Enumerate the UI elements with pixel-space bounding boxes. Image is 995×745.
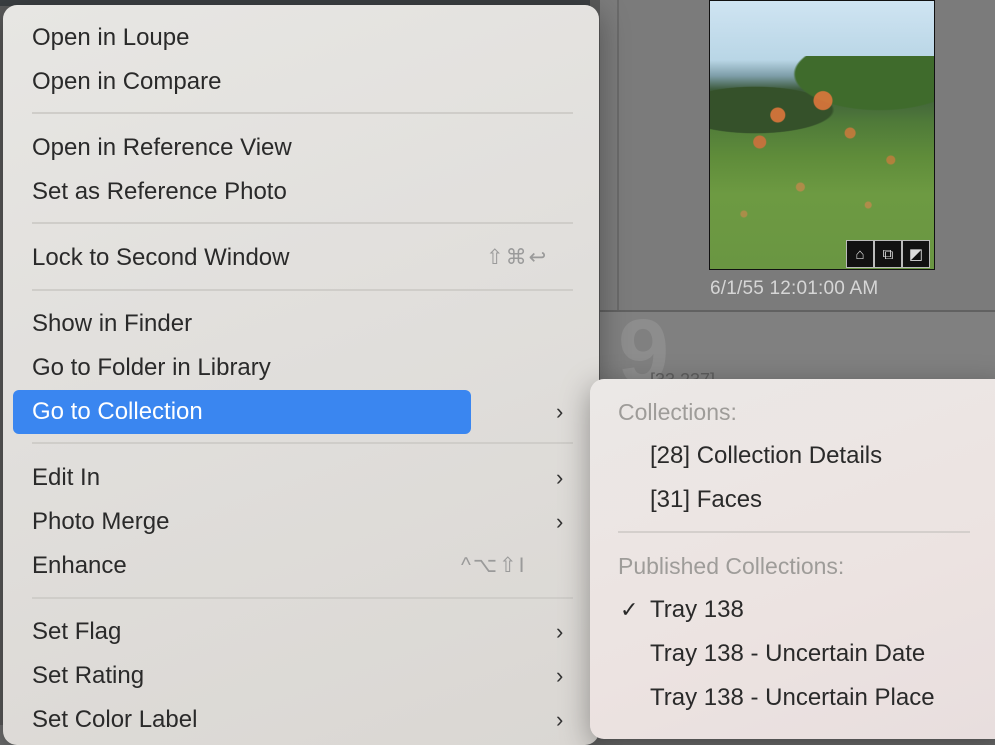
menu-item-set-rating[interactable]: Set Rating xyxy=(13,654,471,698)
shortcut-enhance: ^⌥⇧I xyxy=(461,554,527,577)
submenu-header-published-collections: Published Collections: xyxy=(618,553,845,579)
chevron-right-icon: › xyxy=(556,399,564,424)
context-menu: Open in Loupe Open in Compare Open in Re… xyxy=(3,5,599,745)
menu-separator xyxy=(32,597,573,599)
thumbnail-badges: ⌂ ⧉ ◩ xyxy=(846,240,930,268)
checkmark-icon: ✓ xyxy=(620,597,639,622)
menu-item-open-in-reference-view[interactable]: Open in Reference View xyxy=(13,126,471,170)
menu-separator xyxy=(618,531,970,533)
menu-separator xyxy=(32,442,573,444)
menu-item-set-as-reference-photo[interactable]: Set as Reference Photo xyxy=(13,170,471,214)
photo-thumbnail[interactable] xyxy=(709,0,935,270)
collection-submenu: Collections: [28] Collection Details [31… xyxy=(590,379,995,739)
menu-item-enhance[interactable]: Enhance xyxy=(13,544,471,588)
menu-item-set-color-label[interactable]: Set Color Label xyxy=(13,698,471,742)
submenu-item-faces[interactable]: [31] Faces xyxy=(650,478,762,522)
stack-icon[interactable]: ⧉ xyxy=(874,240,902,268)
chevron-right-icon: › xyxy=(556,663,564,688)
menu-separator xyxy=(32,289,573,291)
photo-capture-date: 6/1/55 12:01:00 AM xyxy=(710,278,879,299)
submenu-item-tray-138-uncertain-date[interactable]: Tray 138 - Uncertain Date xyxy=(650,632,925,676)
photo-content xyxy=(710,61,934,241)
submenu-item-collection-details[interactable]: [28] Collection Details xyxy=(650,434,882,478)
grid-divider xyxy=(617,0,619,312)
submenu-item-tray-138[interactable]: Tray 138 xyxy=(650,588,744,632)
chevron-right-icon: › xyxy=(556,707,564,732)
menu-item-lock-to-second-window[interactable]: Lock to Second Window xyxy=(13,236,471,280)
shortcut-lock-to-second-window: ⇧⌘↩ xyxy=(486,246,549,269)
menu-separator xyxy=(32,112,573,114)
menu-item-go-to-folder-in-library[interactable]: Go to Folder in Library xyxy=(13,346,471,390)
chevron-right-icon: › xyxy=(556,619,564,644)
submenu-header-collections: Collections: xyxy=(618,399,737,425)
submenu-item-tray-138-uncertain-place[interactable]: Tray 138 - Uncertain Place xyxy=(650,676,935,720)
menu-item-show-in-finder[interactable]: Show in Finder xyxy=(13,302,471,346)
chevron-right-icon: › xyxy=(556,509,564,534)
menu-item-go-to-collection[interactable]: Go to Collection xyxy=(13,390,471,434)
menu-item-photo-merge[interactable]: Photo Merge xyxy=(13,500,471,544)
tag-icon[interactable]: ⌂ xyxy=(846,240,874,268)
menu-separator xyxy=(32,222,573,224)
edit-icon[interactable]: ◩ xyxy=(902,240,930,268)
menu-item-open-in-loupe[interactable]: Open in Loupe xyxy=(13,16,471,60)
menu-item-set-flag[interactable]: Set Flag xyxy=(13,610,471,654)
menu-item-open-in-compare[interactable]: Open in Compare xyxy=(13,60,471,104)
chevron-right-icon: › xyxy=(556,465,564,490)
menu-item-edit-in[interactable]: Edit In xyxy=(13,456,471,500)
